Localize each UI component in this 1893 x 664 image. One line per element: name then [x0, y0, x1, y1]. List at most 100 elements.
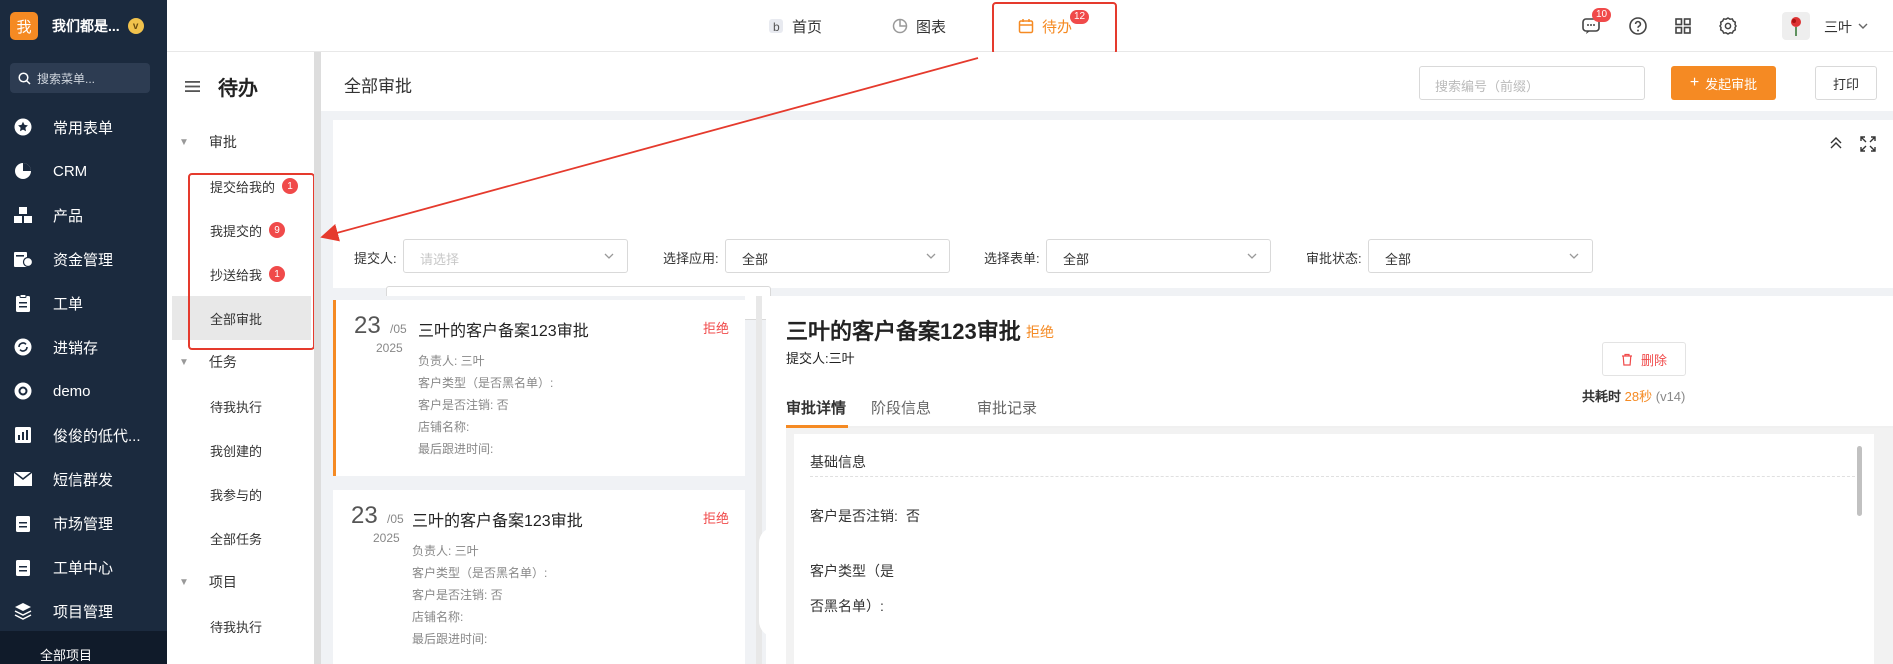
user-name[interactable]: 三叶	[1824, 17, 1852, 37]
card-line: 最后跟进时间:	[412, 632, 488, 646]
app-root: 我 我们都是... v 搜索菜单... 常用表单 CRM 产品 资金管理 工单	[0, 0, 1893, 664]
caret-down-icon: ▼	[179, 136, 189, 148]
chevron-down-icon	[1569, 253, 1579, 259]
approval-card[interactable]: 23 /05 2025 三叶的客户备案123审批 拒绝 负责人: 三叶 客户类型…	[333, 490, 745, 664]
form-label: 选择表单:	[984, 251, 1040, 266]
detail-form: 基础信息 客户是否注销: 否 客户类型（是 否黑名单）:	[794, 434, 1874, 664]
start-approval-button[interactable]: + 发起审批	[1671, 66, 1776, 100]
money-icon	[13, 249, 33, 269]
card-year: 2025	[376, 341, 403, 355]
sidebar-item-label: 我参与的	[210, 487, 263, 503]
nav-item-sms[interactable]: 短信群发	[0, 457, 167, 501]
page-header: 全部审批 搜索编号（前缀） + 发起审批 打印	[321, 52, 1893, 111]
cubes-icon	[13, 205, 33, 225]
gear-icon	[1719, 17, 1737, 35]
section-title: 基础信息	[810, 454, 866, 470]
nav-item-finance[interactable]: 资金管理	[0, 237, 167, 281]
nav-item-crm[interactable]: CRM	[0, 149, 167, 193]
detail-status: 拒绝	[1026, 324, 1054, 340]
app-value: 全部	[742, 252, 769, 267]
annotation-box-todo-tab	[992, 2, 1117, 55]
nav-label: CRM	[53, 162, 88, 180]
sidebar-item-label: 待我执行	[210, 399, 263, 415]
nav-item-work-order[interactable]: 工单	[0, 281, 167, 325]
clipboard-icon	[13, 513, 33, 533]
nav-item-inventory[interactable]: 进销存	[0, 325, 167, 369]
tab-stage-info[interactable]: 阶段信息	[871, 397, 931, 418]
todo-sidebar-header: 待办	[167, 52, 314, 120]
mail-icon	[13, 469, 33, 489]
sidebar-item-task-created[interactable]: 我创建的	[167, 428, 314, 472]
nav-item-project[interactable]: 项目管理	[0, 589, 167, 633]
search-icon	[18, 71, 31, 85]
help-button[interactable]	[1627, 15, 1649, 37]
detail-scrollbar[interactable]	[1857, 446, 1862, 516]
card-month: /05	[387, 512, 404, 526]
menu-search-placeholder: 搜索菜单...	[37, 71, 96, 86]
brand[interactable]: 我 我们都是... v	[0, 0, 167, 52]
tab-approval-log[interactable]: 审批记录	[977, 397, 1037, 418]
tab-charts[interactable]: 图表	[892, 0, 946, 52]
gear-circle-icon	[13, 381, 33, 401]
number-search-input[interactable]: 搜索编号（前缀）	[1419, 66, 1645, 100]
star-icon	[13, 117, 33, 137]
sidebar-item-project-todo[interactable]: 待我执行	[167, 604, 314, 648]
help-icon	[1629, 17, 1647, 35]
section-divider	[810, 476, 1860, 477]
nav-item-product[interactable]: 产品	[0, 193, 167, 237]
page-title: 全部审批	[344, 77, 412, 96]
print-button[interactable]: 打印	[1815, 66, 1877, 100]
nav-label: 市场管理	[53, 515, 114, 533]
sidebar-scrollbar[interactable]	[314, 52, 321, 664]
nav-item-common-forms[interactable]: 常用表单	[0, 105, 167, 149]
chevron-down-icon[interactable]	[1858, 22, 1868, 30]
nav-item-market[interactable]: 市场管理	[0, 501, 167, 545]
elapsed-value: 28秒	[1624, 389, 1653, 404]
approval-card[interactable]: 23 /05 2025 三叶的客户备案123审批 拒绝 负责人: 三叶 客户类型…	[333, 300, 745, 476]
group-projects[interactable]: ▼ 项目	[167, 560, 314, 604]
sidebar-item-task-all[interactable]: 全部任务	[167, 516, 314, 560]
menu-search[interactable]: 搜索菜单...	[10, 63, 150, 93]
nav-label: demo	[53, 382, 91, 400]
apps-button[interactable]	[1672, 15, 1694, 37]
avatar[interactable]	[1782, 12, 1810, 40]
message-button[interactable]: 10	[1580, 8, 1612, 37]
tab-approval-detail[interactable]: 审批详情	[786, 397, 846, 418]
menu-icon[interactable]	[185, 80, 200, 93]
status-select[interactable]: 全部	[1368, 239, 1593, 273]
card-line: 客户类型（是否黑名单）:	[412, 566, 548, 580]
app-label: 选择应用:	[663, 251, 719, 266]
main-content: 全部审批 搜索编号（前缀） + 发起审批 打印 提交人: 请选择 选择应用: 全…	[321, 52, 1893, 664]
fullscreen-icon[interactable]	[1860, 136, 1876, 152]
nav-item-lowcode[interactable]: 俊俊的低代...	[0, 413, 167, 457]
nav-label: 项目管理	[53, 603, 114, 621]
group-approval[interactable]: ▼ 审批	[167, 120, 314, 164]
app-select[interactable]: 全部	[725, 239, 950, 273]
settings-button[interactable]	[1717, 15, 1739, 37]
nav-item-demo[interactable]: demo	[0, 369, 167, 413]
delete-button[interactable]: 删除	[1602, 342, 1686, 376]
sidebar-item-task-participated[interactable]: 我参与的	[167, 472, 314, 516]
status-label: 审批状态:	[1306, 251, 1362, 266]
nav-sub-item-all-projects[interactable]: 全部项目	[0, 631, 167, 664]
org-logo: 我	[10, 12, 38, 40]
svg-text:b: b	[773, 20, 780, 34]
org-name: 我们都是...	[52, 18, 120, 34]
todo-sidebar-title: 待办	[218, 77, 258, 100]
caret-down-icon: ▼	[179, 576, 189, 588]
form-select[interactable]: 全部	[1046, 239, 1271, 273]
tab-home[interactable]: b 首页	[768, 0, 822, 52]
card-title: 三叶的客户备案123审批	[412, 513, 583, 530]
nav-item-ticket-center[interactable]: 工单中心	[0, 545, 167, 589]
nav-label: 工单	[53, 295, 84, 313]
submitter-select[interactable]: 请选择	[403, 239, 628, 273]
elapsed-label: 共耗时	[1582, 389, 1622, 404]
delete-label: 删除	[1640, 352, 1667, 368]
verified-badge: v	[127, 18, 144, 34]
collapse-up-icon[interactable]	[1829, 136, 1843, 150]
nav-label: 短信群发	[53, 471, 114, 489]
chevron-down-icon	[926, 253, 936, 259]
form-value: 全部	[1063, 252, 1090, 267]
card-line: 负责人: 三叶	[418, 354, 485, 368]
sidebar-item-task-todo[interactable]: 待我执行	[167, 384, 314, 428]
